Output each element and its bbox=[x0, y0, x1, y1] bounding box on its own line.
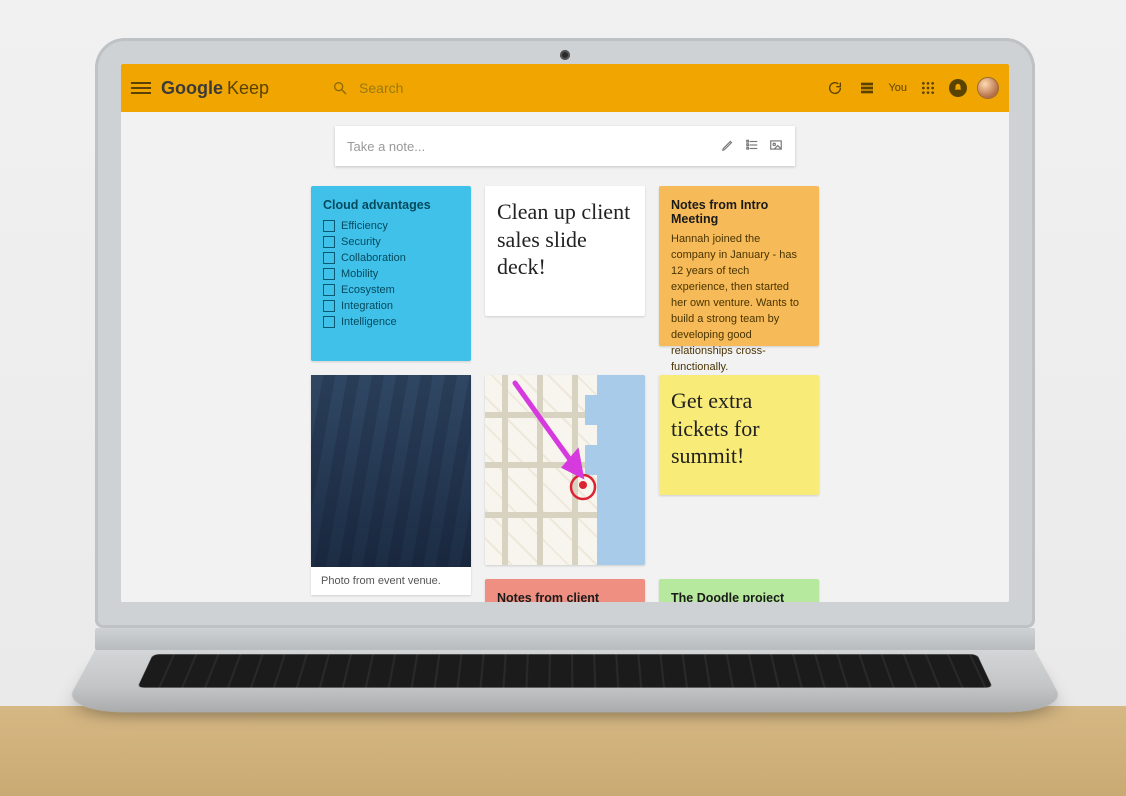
checklist: Efficiency Security Collaboration Mobili… bbox=[323, 218, 459, 330]
note-title: Notes from Intro Meeting bbox=[671, 198, 807, 226]
note-map[interactable] bbox=[485, 375, 645, 565]
app-header: Google Keep You bbox=[121, 64, 1009, 112]
note-title: The Doodle project bbox=[671, 591, 807, 602]
note-title: Cloud advantages bbox=[323, 198, 459, 212]
note-body: Hannah joined the company in January - h… bbox=[671, 232, 807, 375]
laptop-hinge bbox=[95, 628, 1035, 650]
apps-grid-icon[interactable] bbox=[917, 77, 939, 99]
screen: Google Keep You bbox=[121, 64, 1009, 602]
new-image-icon[interactable] bbox=[769, 138, 783, 155]
account-label[interactable]: You bbox=[888, 82, 907, 94]
logo-keep: Keep bbox=[227, 78, 269, 99]
note-intro-meeting[interactable]: Notes from Intro Meeting Hannah joined t… bbox=[659, 186, 819, 346]
note-client-meeting[interactable]: Notes from client meeting bbox=[485, 579, 645, 602]
checklist-item[interactable]: Collaboration bbox=[323, 250, 459, 266]
note-tickets[interactable]: Get extra tickets for summit! bbox=[659, 375, 819, 495]
app-logo[interactable]: Google Keep bbox=[161, 78, 269, 99]
pencil-icon[interactable] bbox=[721, 138, 735, 155]
checklist-item[interactable]: Mobility bbox=[323, 266, 459, 282]
map-image bbox=[485, 375, 645, 565]
search-icon[interactable] bbox=[329, 77, 351, 99]
webcam bbox=[560, 50, 570, 60]
notifications-icon[interactable] bbox=[949, 79, 967, 97]
note-cloud-advantages[interactable]: Cloud advantages Efficiency Security Col… bbox=[311, 186, 471, 361]
note-image bbox=[311, 375, 471, 567]
take-note-bar[interactable] bbox=[335, 126, 795, 166]
refresh-icon[interactable] bbox=[824, 77, 846, 99]
logo-google: Google bbox=[161, 78, 223, 99]
notes-canvas: Cloud advantages Efficiency Security Col… bbox=[121, 112, 1009, 602]
note-doodle[interactable]: The Doodle project The Doodle project is… bbox=[659, 579, 819, 602]
checklist-item[interactable]: Integration bbox=[323, 298, 459, 314]
note-title: Notes from client meeting bbox=[497, 591, 633, 602]
laptop-frame: Google Keep You bbox=[95, 38, 1035, 758]
checklist-item[interactable]: Ecosystem bbox=[323, 282, 459, 298]
account-avatar[interactable] bbox=[977, 77, 999, 99]
note-clean-deck[interactable]: Clean up client sales slide deck! bbox=[485, 186, 645, 316]
laptop-base bbox=[61, 650, 1068, 712]
note-caption: Photo from event venue. bbox=[311, 567, 471, 595]
note-body: Clean up client sales slide deck! bbox=[497, 199, 630, 279]
checklist-item[interactable]: Intelligence bbox=[323, 314, 459, 330]
note-photo-venue[interactable]: Photo from event venue. bbox=[311, 375, 471, 595]
search-input[interactable] bbox=[359, 80, 559, 96]
search-field[interactable] bbox=[329, 77, 589, 99]
checklist-item[interactable]: Efficiency bbox=[323, 218, 459, 234]
menu-icon[interactable] bbox=[131, 82, 151, 94]
view-toggle-icon[interactable] bbox=[856, 77, 878, 99]
keyboard bbox=[137, 654, 992, 687]
checklist-item[interactable]: Security bbox=[323, 234, 459, 250]
new-list-icon[interactable] bbox=[745, 138, 759, 155]
note-body: Get extra tickets for summit! bbox=[671, 388, 760, 468]
take-note-input[interactable] bbox=[347, 139, 711, 154]
notes-grid: Cloud advantages Efficiency Security Col… bbox=[161, 186, 969, 602]
